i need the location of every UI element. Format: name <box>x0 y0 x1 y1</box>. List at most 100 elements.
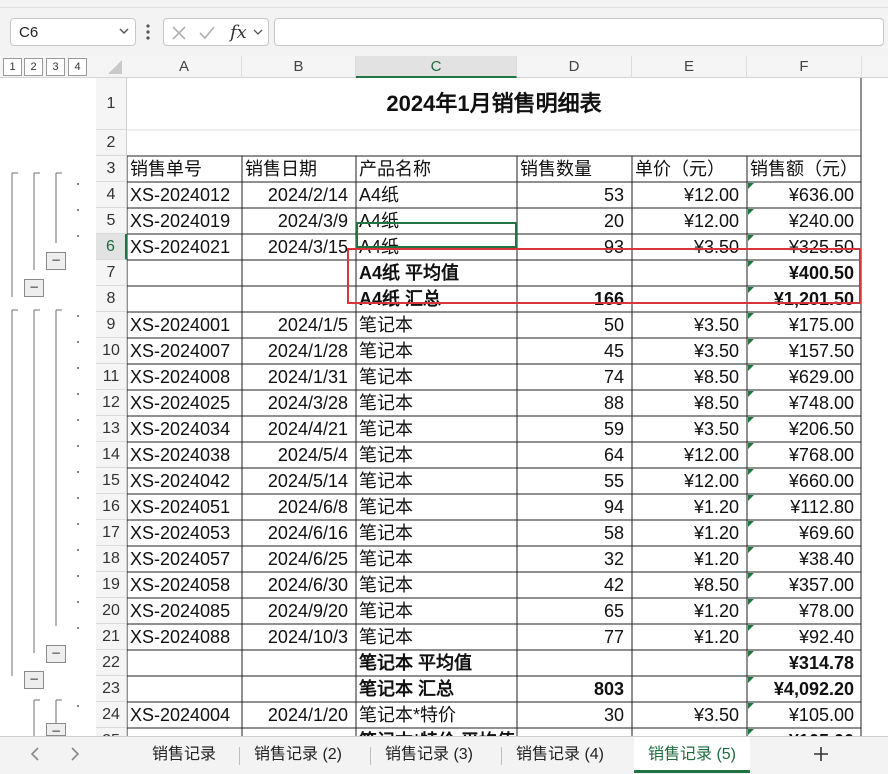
chevron-down-icon[interactable] <box>252 26 264 38</box>
cell-b13[interactable]: 2024/4/21 <box>242 416 356 442</box>
cell-d17[interactable]: 58 <box>517 520 632 546</box>
row-header-4[interactable]: 4 <box>96 182 127 208</box>
cell-d22[interactable] <box>517 650 632 676</box>
cell-d2[interactable] <box>517 130 632 156</box>
name-box[interactable]: C6 <box>10 18 136 46</box>
error-indicator-icon[interactable] <box>748 729 754 735</box>
sheet-tab-active[interactable]: 销售记录 (5) <box>634 737 751 773</box>
cell-b12[interactable]: 2024/3/28 <box>242 390 356 416</box>
cell-b23[interactable] <box>242 676 356 702</box>
cell-b14[interactable]: 2024/5/4 <box>242 442 356 468</box>
cell-b21[interactable]: 2024/10/3 <box>242 624 356 650</box>
cell-f12[interactable]: ¥748.00 <box>747 390 862 416</box>
error-indicator-icon[interactable] <box>748 391 754 397</box>
cell-e17[interactable]: ¥1.20 <box>632 520 747 546</box>
cell-a24[interactable]: XS-2024004 <box>127 702 242 728</box>
sheet-tab[interactable]: 销售记录 (4) <box>502 737 618 773</box>
cell-a19[interactable]: XS-2024058 <box>127 572 242 598</box>
cell-f2[interactable] <box>747 130 862 156</box>
cell-c19[interactable]: 笔记本 <box>356 572 517 598</box>
sheet-title[interactable]: 2024年1月销售明细表 <box>127 78 861 130</box>
cell-b10[interactable]: 2024/1/28 <box>242 338 356 364</box>
cell-a15[interactable]: XS-2024042 <box>127 468 242 494</box>
error-indicator-icon[interactable] <box>748 703 754 709</box>
cell-b3[interactable]: 销售日期 <box>242 156 356 182</box>
sheet-tab[interactable]: 销售记录 (3) <box>371 737 487 773</box>
cell-f22[interactable]: ¥314.78 <box>747 650 862 676</box>
error-indicator-icon[interactable] <box>748 495 754 501</box>
cell-e15[interactable]: ¥12.00 <box>632 468 747 494</box>
cell-d12[interactable]: 88 <box>517 390 632 416</box>
cell-e22[interactable] <box>632 650 747 676</box>
row-header-17[interactable]: 17 <box>96 520 127 546</box>
cell-d25[interactable] <box>517 728 632 736</box>
cell-d4[interactable]: 53 <box>517 182 632 208</box>
chevron-left-icon[interactable] <box>28 745 44 763</box>
cell-a16[interactable]: XS-2024051 <box>127 494 242 520</box>
cell-e25[interactable] <box>632 728 747 736</box>
cell-d5[interactable]: 20 <box>517 208 632 234</box>
add-sheet-icon[interactable] <box>810 743 832 765</box>
cell-e23[interactable] <box>632 676 747 702</box>
row-header-12[interactable]: 12 <box>96 390 127 416</box>
cell-f25[interactable]: ¥105.00 <box>747 728 862 736</box>
row-header-16[interactable]: 16 <box>96 494 127 520</box>
cell-a5[interactable]: XS-2024019 <box>127 208 242 234</box>
cell-d13[interactable]: 59 <box>517 416 632 442</box>
cell-a25[interactable] <box>127 728 242 736</box>
outline-level-3-button[interactable]: 3 <box>46 58 65 76</box>
cell-f20[interactable]: ¥78.00 <box>747 598 862 624</box>
sheet-tab[interactable]: 销售记录 (2) <box>240 737 356 773</box>
column-header-e[interactable]: E <box>632 56 747 78</box>
cell-c13[interactable]: 笔记本 <box>356 416 517 442</box>
check-icon[interactable] <box>198 24 216 42</box>
row-header-3[interactable]: 3 <box>96 156 127 182</box>
row-header-13[interactable]: 13 <box>96 416 127 442</box>
cell-f4[interactable]: ¥636.00 <box>747 182 862 208</box>
cell-a13[interactable]: XS-2024034 <box>127 416 242 442</box>
cell-b15[interactable]: 2024/5/14 <box>242 468 356 494</box>
cell-a3[interactable]: 销售单号 <box>127 156 242 182</box>
row-header-24[interactable]: 24 <box>96 702 127 728</box>
cell-d14[interactable]: 64 <box>517 442 632 468</box>
cell-b18[interactable]: 2024/6/25 <box>242 546 356 572</box>
cell-f11[interactable]: ¥629.00 <box>747 364 862 390</box>
cell-e21[interactable]: ¥1.20 <box>632 624 747 650</box>
cell-b16[interactable]: 2024/6/8 <box>242 494 356 520</box>
cell-a8[interactable] <box>127 286 242 312</box>
cell-c9[interactable]: 笔记本 <box>356 312 517 338</box>
cell-c25[interactable]: 笔记本*特价 平均值 <box>356 728 517 736</box>
cell-f3[interactable]: 销售额（元） <box>747 156 862 182</box>
cell-d11[interactable]: 74 <box>517 364 632 390</box>
cell-a20[interactable]: XS-2024085 <box>127 598 242 624</box>
cell-b24[interactable]: 2024/1/20 <box>242 702 356 728</box>
cell-c20[interactable]: 笔记本 <box>356 598 517 624</box>
cell-b25[interactable] <box>242 728 356 736</box>
cell-e11[interactable]: ¥8.50 <box>632 364 747 390</box>
chevron-down-icon[interactable] <box>117 24 131 38</box>
cell-e18[interactable]: ¥1.20 <box>632 546 747 572</box>
outline-level-1-button[interactable]: 1 <box>3 58 22 76</box>
cell-c17[interactable]: 笔记本 <box>356 520 517 546</box>
column-header-d[interactable]: D <box>517 56 632 78</box>
error-indicator-icon[interactable] <box>748 521 754 527</box>
cell-d24[interactable]: 30 <box>517 702 632 728</box>
cell-d15[interactable]: 55 <box>517 468 632 494</box>
cell-b17[interactable]: 2024/6/16 <box>242 520 356 546</box>
cell-e12[interactable]: ¥8.50 <box>632 390 747 416</box>
cell-b8[interactable] <box>242 286 356 312</box>
column-header-f[interactable]: F <box>747 56 862 78</box>
cell-d9[interactable]: 50 <box>517 312 632 338</box>
column-header-a[interactable]: A <box>127 56 242 78</box>
cell-a18[interactable]: XS-2024057 <box>127 546 242 572</box>
cell-c23[interactable]: 笔记本 汇总 <box>356 676 517 702</box>
row-header-6[interactable]: 6 <box>96 234 127 260</box>
error-indicator-icon[interactable] <box>748 547 754 553</box>
cell-f18[interactable]: ¥38.40 <box>747 546 862 572</box>
cell-f14[interactable]: ¥768.00 <box>747 442 862 468</box>
error-indicator-icon[interactable] <box>748 313 754 319</box>
row-header-8[interactable]: 8 <box>96 286 127 312</box>
cell-b11[interactable]: 2024/1/31 <box>242 364 356 390</box>
cell-a14[interactable]: XS-2024038 <box>127 442 242 468</box>
row-header-20[interactable]: 20 <box>96 598 127 624</box>
